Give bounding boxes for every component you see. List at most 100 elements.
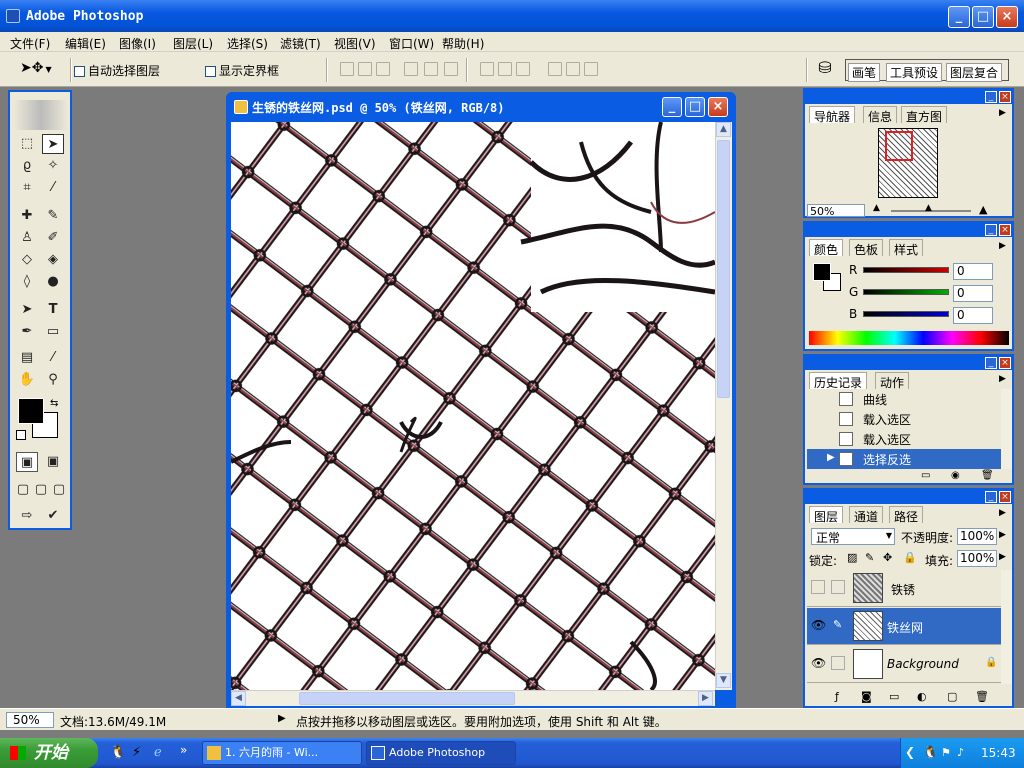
- palette-tab-tool-presets[interactable]: 工具预设: [886, 63, 943, 82]
- move-tool-preset[interactable]: ➤✥ ▼: [20, 60, 66, 80]
- brush-tool-icon[interactable]: ✎: [42, 206, 64, 226]
- menu-layer[interactable]: 图层(L): [173, 35, 213, 52]
- panel-header[interactable]: _ ×: [805, 356, 1012, 370]
- distribute-top-icon[interactable]: [480, 62, 494, 76]
- standard-mode-icon[interactable]: ▣: [16, 452, 38, 472]
- eraser-tool-icon[interactable]: ◇: [16, 250, 38, 270]
- new-layer-icon[interactable]: ▢: [947, 690, 957, 703]
- menu-window[interactable]: 窗口(W): [389, 35, 434, 52]
- zoom-slider-thumb-icon[interactable]: ▲: [925, 203, 932, 213]
- file-browser-icon[interactable]: ⛁: [814, 58, 836, 80]
- layer-row[interactable]: 👁 Background 🔒: [807, 646, 1001, 683]
- zoom-in-icon[interactable]: ▲: [979, 203, 987, 216]
- tab-color[interactable]: 颜色: [809, 239, 844, 257]
- panel-close-button[interactable]: ×: [999, 91, 1011, 103]
- tab-swatches[interactable]: 色板: [849, 239, 884, 257]
- scroll-up-icon[interactable]: ▲: [716, 122, 731, 137]
- brush-icon[interactable]: ✎: [833, 618, 842, 631]
- healing-brush-icon[interactable]: ✚: [16, 206, 38, 226]
- tab-styles[interactable]: 样式: [889, 239, 924, 257]
- tray-qq-icon[interactable]: 🐧: [923, 745, 938, 759]
- eye-icon[interactable]: 👁: [811, 618, 826, 632]
- default-colors-icon[interactable]: [16, 430, 26, 440]
- screen-mode-standard-icon[interactable]: ▢: [14, 480, 32, 500]
- type-tool-icon[interactable]: T: [42, 300, 64, 320]
- doc-minimize-button[interactable]: _: [662, 97, 682, 117]
- align-right-icon[interactable]: [444, 62, 458, 76]
- layer-mask-icon[interactable]: ◙: [861, 690, 872, 703]
- visibility-toggle[interactable]: [811, 580, 825, 594]
- eye-icon[interactable]: 👁: [811, 656, 826, 670]
- scroll-right-icon[interactable]: ▶: [698, 691, 713, 706]
- tab-navigator[interactable]: 导航器: [809, 106, 856, 124]
- menu-file[interactable]: 文件(F): [10, 35, 50, 52]
- task-button-active[interactable]: Adobe Photoshop: [366, 741, 516, 765]
- panel-minimize-button[interactable]: _: [985, 224, 997, 236]
- panel-close-button[interactable]: ×: [999, 357, 1011, 369]
- jump-to-imageready-icon[interactable]: ⇨: [16, 506, 38, 526]
- scroll-down-icon[interactable]: ▼: [716, 673, 731, 688]
- tab-channels[interactable]: 通道: [849, 506, 884, 524]
- screen-mode-full-icon[interactable]: ▢: [50, 480, 68, 500]
- tab-actions[interactable]: 动作: [875, 372, 910, 390]
- lasso-tool-icon[interactable]: ϱ: [16, 156, 38, 176]
- history-item[interactable]: 曲线: [807, 389, 1001, 409]
- fill-field[interactable]: 100%: [957, 550, 997, 567]
- new-document-from-state-icon[interactable]: ▭: [921, 470, 930, 481]
- tab-layers[interactable]: 图层: [809, 506, 844, 524]
- tab-histogram[interactable]: 直方图: [901, 106, 948, 124]
- distribute-left-icon[interactable]: [548, 62, 562, 76]
- quick-launch-icon[interactable]: ⚡: [132, 745, 141, 760]
- channel-value-field[interactable]: 0: [953, 263, 993, 280]
- tab-paths[interactable]: 路径: [889, 506, 924, 524]
- menu-filter[interactable]: 滤镜(T): [280, 35, 321, 52]
- layer-row[interactable]: 铁锈: [807, 570, 1001, 607]
- menu-view[interactable]: 视图(V): [334, 35, 376, 52]
- navigator-zoom-field[interactable]: 50%: [807, 204, 865, 218]
- channel-value-field[interactable]: 0: [953, 285, 993, 302]
- menu-image[interactable]: 图像(I): [119, 35, 156, 52]
- tray-expand-icon[interactable]: ❮: [905, 745, 915, 759]
- auto-select-layer-checkbox[interactable]: 自动选择图层: [74, 62, 160, 79]
- history-brush-icon[interactable]: ✐: [42, 228, 64, 248]
- crop-tool-icon[interactable]: ⌗: [16, 178, 38, 198]
- slice-tool-icon[interactable]: ⁄: [42, 178, 64, 198]
- panel-menu-icon[interactable]: ▶: [999, 241, 1006, 251]
- align-top-icon[interactable]: [340, 62, 354, 76]
- vertical-scrollbar[interactable]: ▲ ▼: [715, 122, 732, 690]
- panel-header[interactable]: _ ×: [805, 223, 1012, 237]
- link-toggle[interactable]: [831, 656, 845, 670]
- panel-minimize-button[interactable]: _: [985, 91, 997, 103]
- channel-value-field[interactable]: 0: [953, 307, 993, 324]
- shape-tool-icon[interactable]: ▭: [42, 322, 64, 342]
- dodge-tool-icon[interactable]: ●: [42, 272, 64, 292]
- marquee-tool-icon[interactable]: ⬚: [16, 134, 38, 154]
- hand-tool-icon[interactable]: ✋: [16, 370, 38, 390]
- panel-minimize-button[interactable]: _: [985, 357, 997, 369]
- scroll-left-icon[interactable]: ◀: [231, 691, 246, 706]
- task-button[interactable]: 1. 六月的雨 - Wi...: [202, 741, 362, 765]
- edit-in-imageready-icon[interactable]: ✔: [42, 506, 64, 526]
- screen-mode-full-menu-icon[interactable]: ▢: [32, 480, 50, 500]
- trash-icon[interactable]: 🗑: [981, 470, 994, 481]
- history-scrollbar[interactable]: [1001, 389, 1012, 469]
- align-bottom-icon[interactable]: [376, 62, 390, 76]
- blend-mode-select[interactable]: 正常 ▼: [811, 528, 895, 545]
- lock-transparency-icon[interactable]: ▨: [847, 551, 857, 564]
- link-toggle[interactable]: [831, 580, 845, 594]
- palette-tab-brushes[interactable]: 画笔: [848, 63, 881, 82]
- distribute-bottom-icon[interactable]: [516, 62, 530, 76]
- menu-select[interactable]: 选择(S): [227, 35, 268, 52]
- quick-mask-icon[interactable]: ▣: [42, 452, 64, 472]
- vertical-scroll-thumb[interactable]: [717, 140, 730, 398]
- qq-icon[interactable]: 🐧: [110, 745, 126, 760]
- panel-menu-icon[interactable]: ▶: [999, 508, 1006, 518]
- distribute-vcenter-icon[interactable]: [498, 62, 512, 76]
- panel-menu-icon[interactable]: ▶: [999, 374, 1006, 384]
- magic-wand-icon[interactable]: ✧: [42, 156, 64, 176]
- lock-all-icon[interactable]: 🔒: [903, 551, 917, 564]
- opacity-field[interactable]: 100%: [957, 528, 997, 545]
- close-button[interactable]: ×: [996, 6, 1018, 28]
- horizontal-scrollbar[interactable]: ◀ ▶: [231, 690, 715, 706]
- lock-position-icon[interactable]: ✥: [883, 551, 892, 564]
